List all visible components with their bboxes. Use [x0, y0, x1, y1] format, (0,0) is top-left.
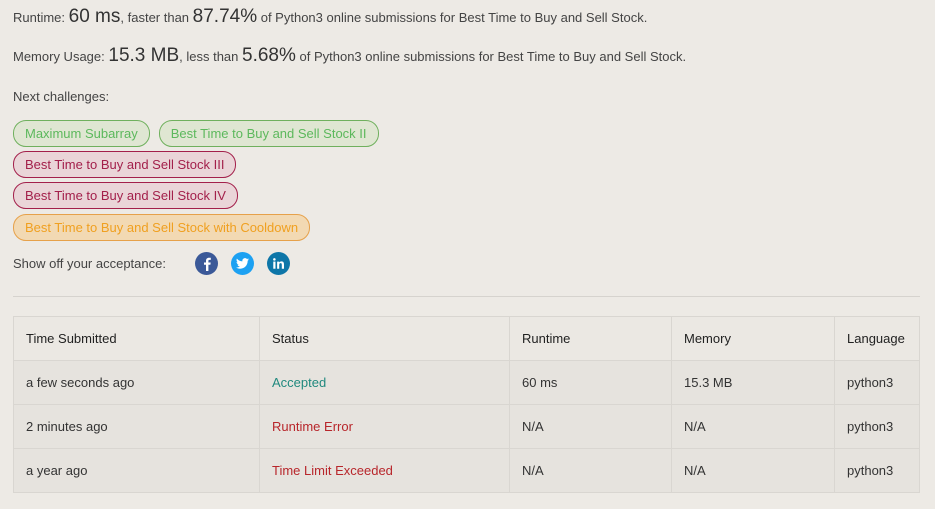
- column-header-runtime[interactable]: Runtime: [509, 316, 672, 361]
- next-challenges-label: Next challenges:: [13, 89, 110, 104]
- challenge-row: Best Time to Buy and Sell Stock III: [13, 151, 237, 178]
- runtime-cell: N/A: [509, 448, 672, 493]
- memory-cell: N/A: [671, 404, 835, 449]
- twitter-glyph: [236, 258, 249, 269]
- time-submitted-cell: a few seconds ago: [13, 360, 260, 405]
- linkedin-icon[interactable]: [267, 252, 290, 275]
- memory-value: 15.3 MB: [108, 45, 180, 66]
- facebook-icon[interactable]: [195, 252, 218, 275]
- twitter-icon[interactable]: [231, 252, 254, 275]
- runtime-suffix: of Python3 online submissions for Best T…: [257, 10, 648, 25]
- time-submitted-cell: 2 minutes ago: [13, 404, 260, 449]
- column-header-time-submitted[interactable]: Time Submitted: [13, 316, 260, 361]
- memory-prefix: Memory Usage:: [13, 49, 109, 64]
- column-header-language[interactable]: Language: [834, 316, 920, 361]
- table-header-row: Time Submitted Status Runtime Memory Lan…: [13, 316, 920, 361]
- memory-summary: Memory Usage: 15.3 MB, less than 5.68% o…: [13, 45, 686, 67]
- challenge-chip-stock-iii[interactable]: Best Time to Buy and Sell Stock III: [13, 151, 237, 178]
- table-row: a year ago Time Limit Exceeded N/A N/A p…: [13, 448, 920, 493]
- memory-percent: 5.68%: [242, 45, 296, 66]
- column-header-status[interactable]: Status: [259, 316, 510, 361]
- time-submitted-cell: a year ago: [13, 448, 260, 493]
- runtime-cell: N/A: [509, 404, 672, 449]
- memory-mid: , less than: [179, 49, 243, 64]
- facebook-glyph: [203, 257, 211, 271]
- runtime-mid: , faster than: [120, 10, 193, 25]
- submission-result-page: Runtime: 60 ms, faster than 87.74% of Py…: [0, 0, 935, 509]
- runtime-summary: Runtime: 60 ms, faster than 87.74% of Py…: [13, 6, 647, 28]
- table-row: 2 minutes ago Runtime Error N/A N/A pyth…: [13, 404, 920, 449]
- memory-suffix: of Python3 online submissions for Best T…: [295, 49, 687, 64]
- memory-cell: 15.3 MB: [671, 360, 835, 405]
- column-header-memory[interactable]: Memory: [671, 316, 835, 361]
- challenge-chip-stock-ii[interactable]: Best Time to Buy and Sell Stock II: [158, 120, 379, 147]
- language-cell: python3: [834, 448, 920, 493]
- language-cell: python3: [834, 404, 920, 449]
- memory-cell: N/A: [671, 448, 835, 493]
- challenge-chip-stock-cooldown[interactable]: Best Time to Buy and Sell Stock with Coo…: [13, 214, 311, 241]
- challenge-row: Maximum Subarray Best Time to Buy and Se…: [13, 120, 379, 147]
- section-divider: [13, 296, 920, 297]
- submissions-table: Time Submitted Status Runtime Memory Lan…: [13, 316, 920, 493]
- language-cell: python3: [834, 360, 920, 405]
- table-row: a few seconds ago Accepted 60 ms 15.3 MB…: [13, 360, 920, 405]
- status-link[interactable]: Runtime Error: [259, 404, 510, 449]
- challenge-row: Best Time to Buy and Sell Stock IV: [13, 182, 238, 209]
- status-link[interactable]: Time Limit Exceeded: [259, 448, 510, 493]
- linkedin-glyph: [273, 258, 284, 269]
- challenge-chip-stock-iv[interactable]: Best Time to Buy and Sell Stock IV: [13, 182, 238, 209]
- share-label: Show off your acceptance:: [13, 256, 166, 271]
- runtime-prefix: Runtime:: [13, 10, 69, 25]
- runtime-percent: 87.74%: [192, 6, 258, 27]
- runtime-value: 60 ms: [68, 6, 121, 27]
- status-link[interactable]: Accepted: [259, 360, 510, 405]
- challenge-row: Best Time to Buy and Sell Stock with Coo…: [13, 214, 311, 241]
- runtime-cell: 60 ms: [509, 360, 672, 405]
- challenge-chip-maximum-subarray[interactable]: Maximum Subarray: [13, 120, 150, 147]
